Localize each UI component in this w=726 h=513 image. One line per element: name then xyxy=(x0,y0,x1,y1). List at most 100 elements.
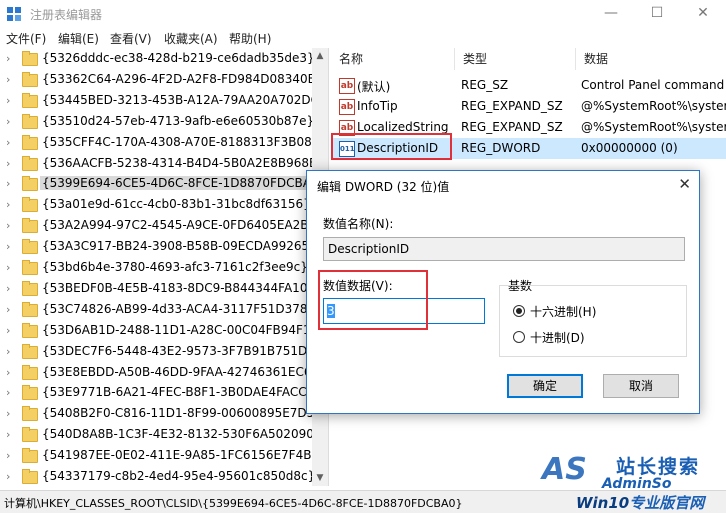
chevron-right-icon[interactable]: › xyxy=(6,157,10,170)
tree-item[interactable]: › {53A3C917-BB24-3908-B58B-09ECDA99265F} xyxy=(0,236,324,258)
value-row[interactable]: ab InfoTip REG_EXPAND_SZ @%SystemRoot%\syst… xyxy=(331,96,726,117)
dialog-close-icon[interactable]: ✕ xyxy=(678,175,691,193)
maximize-button[interactable]: ☐ xyxy=(634,0,680,28)
chevron-right-icon[interactable]: › xyxy=(6,177,10,190)
chevron-right-icon[interactable]: › xyxy=(6,345,10,358)
tree-item-label: {5326dddc-ec38-428d-b219-ce6dadb35de3} xyxy=(42,51,315,65)
value-type: REG_DWORD xyxy=(461,141,541,155)
tree-item[interactable]: › {53510d24-57eb-4713-9afb-e6e60530b87e} xyxy=(0,111,320,133)
chevron-right-icon[interactable]: › xyxy=(6,282,10,295)
radio-hex-label[interactable]: 十六进制(H) xyxy=(530,303,596,320)
chevron-right-icon[interactable]: › xyxy=(6,198,10,211)
radio-dec[interactable] xyxy=(513,331,525,343)
tree-item[interactable]: › {541987EE-0E02-411E-9A85-1FC6156E7F4B} xyxy=(0,445,320,467)
string-value-icon: ab xyxy=(339,99,355,115)
menu-view[interactable]: 查看(V) xyxy=(110,30,152,47)
status-path: 计算机\HKEY_CLASSES_ROOT\CLSID\{5399E694-6C… xyxy=(4,497,463,510)
column-header-name[interactable]: 名称 xyxy=(331,48,455,70)
folder-icon xyxy=(22,113,38,129)
tree-item[interactable]: › {53bd6b4e-3780-4693-afc3-7161c2f3ee9c} xyxy=(0,257,320,279)
folder-icon xyxy=(22,218,38,234)
scroll-down-icon[interactable]: ▼ xyxy=(312,470,328,486)
chevron-right-icon[interactable]: › xyxy=(6,261,10,274)
tree-item-label: {53A2A994-97C2-4545-A9CE-0FD6405EA2B2} xyxy=(42,218,324,233)
chevron-right-icon[interactable]: › xyxy=(6,324,10,337)
tree-item[interactable]: › {54337179-c8b2-4ed4-95e4-95601c850d8c} xyxy=(0,466,320,486)
minimize-button[interactable]: — xyxy=(588,0,634,28)
chevron-right-icon[interactable]: › xyxy=(6,115,10,128)
menu-edit[interactable]: 编辑(E) xyxy=(58,30,99,47)
tree-item[interactable]: › {535CFF4C-170A-4308-A70E-8188313F3B08} xyxy=(0,132,320,154)
tree-item[interactable]: › {53445BED-3213-453B-A12A-79AA20A702DC} xyxy=(0,90,327,112)
value-data: @%SystemRoot%\syster xyxy=(581,99,726,113)
chevron-right-icon[interactable]: › xyxy=(6,470,10,483)
chevron-right-icon[interactable]: › xyxy=(6,303,10,316)
tree-item[interactable]: › {53E8EBDD-A50B-46DD-9FAA-42746361EC63} xyxy=(0,362,327,384)
tree-item[interactable]: › {53BEDF0B-4E5B-4183-8DC9-B844344FA104} xyxy=(0,278,323,300)
chevron-right-icon[interactable]: › xyxy=(6,94,10,107)
column-header-type[interactable]: 类型 xyxy=(455,48,576,70)
tree-item[interactable]: › {53C74826-AB99-4d33-ACA4-3117F51D3788} xyxy=(0,299,323,321)
column-header-data[interactable]: 数据 xyxy=(576,48,726,70)
watermark-brand-a: Win10 xyxy=(576,494,630,512)
chevron-right-icon[interactable]: › xyxy=(6,52,10,65)
tree-item[interactable]: › {53a01e9d-61cc-4cb0-83b1-31bc8df63156} xyxy=(0,194,320,216)
chevron-right-icon[interactable]: › xyxy=(6,428,10,441)
tree-item[interactable]: › {540D8A8B-1C3F-4E32-8132-530F6A502090} xyxy=(0,424,322,446)
menu-favorites[interactable]: 收藏夹(A) xyxy=(164,30,218,47)
folder-icon xyxy=(22,239,38,255)
chevron-right-icon[interactable]: › xyxy=(6,449,10,462)
tree-item-label: {53a01e9d-61cc-4cb0-83b1-31bc8df63156} xyxy=(42,197,311,212)
tree-item[interactable]: › {536AACFB-5238-4314-B4D4-5B0A2E8B968E} xyxy=(0,153,324,175)
watermark-title: 站长搜索 xyxy=(616,456,701,478)
tree-item[interactable]: › {5399E694-6CE5-4D6C-8FCE-1D8870FDCBA0} xyxy=(0,173,328,195)
tree-item-label: {53E8EBDD-A50B-46DD-9FAA-42746361EC63} xyxy=(42,364,327,379)
value-name: (默认) xyxy=(357,80,391,94)
value-type: REG_EXPAND_SZ xyxy=(461,99,563,113)
chevron-right-icon[interactable]: › xyxy=(6,407,10,420)
menu-bar: 文件(F) 编辑(E) 查看(V) 收藏夹(A) 帮助(H) xyxy=(0,28,726,48)
base-groupbox xyxy=(499,285,687,357)
chevron-right-icon[interactable]: › xyxy=(6,219,10,232)
highlight-value-data xyxy=(318,270,428,330)
folder-icon xyxy=(22,301,38,317)
folder-icon xyxy=(22,364,38,380)
folder-icon xyxy=(22,406,38,422)
cancel-button[interactable]: 取消 xyxy=(603,374,679,398)
folder-icon xyxy=(22,155,38,171)
site-watermark: AS 站长搜索 AdminSo Win10专业版官网 xyxy=(542,448,722,512)
registry-key-tree[interactable]: › {5326dddc-ec38-428d-b219-ce6dadb35de3} ›… xyxy=(0,48,329,486)
chevron-right-icon[interactable]: › xyxy=(6,73,10,86)
string-value-icon: ab xyxy=(339,78,355,94)
chevron-right-icon[interactable]: › xyxy=(6,136,10,149)
tree-item[interactable]: › {53A2A994-97C2-4545-A9CE-0FD6405EA2B2} xyxy=(0,215,324,237)
close-button[interactable]: ✕ xyxy=(680,0,726,28)
value-name-field: DescriptionID xyxy=(323,237,685,261)
chevron-right-icon[interactable]: › xyxy=(6,240,10,253)
tree-item[interactable]: › {53D6AB1D-2488-11D1-A28C-00C04FB94F17} xyxy=(0,320,326,342)
chevron-right-icon[interactable]: › xyxy=(6,366,10,379)
tree-item[interactable]: › {53E9771B-6A21-4FEC-B8F1-3B0DAE4FACC6} xyxy=(0,382,322,404)
folder-icon xyxy=(22,260,38,275)
title-bar: 注册表编辑器 — ☐ ✕ xyxy=(0,0,726,28)
tree-item-label: {540D8A8B-1C3F-4E32-8132-530F6A502090} xyxy=(42,427,322,442)
tree-item-label: {5408B2F0-C816-11D1-8F99-00600895E7D5} xyxy=(42,406,322,421)
radio-dec-label[interactable]: 十进制(D) xyxy=(530,329,585,346)
menu-help[interactable]: 帮助(H) xyxy=(229,30,271,47)
tree-item[interactable]: › {53362C64-A296-4F2D-A2F8-FD984D08340B} xyxy=(0,69,323,91)
menu-file[interactable]: 文件(F) xyxy=(6,30,46,47)
scroll-up-icon[interactable]: ▲ xyxy=(312,48,328,64)
value-row[interactable]: ab (默认) REG_SZ Control Panel command xyxy=(331,75,726,96)
watermark-logo: AS xyxy=(542,452,587,487)
tree-item-label: {53BEDF0B-4E5B-4183-8DC9-B844344FA104} xyxy=(42,280,323,295)
folder-icon xyxy=(22,343,38,359)
chevron-right-icon[interactable]: › xyxy=(6,386,10,399)
folder-icon xyxy=(22,427,38,443)
ok-button[interactable]: 确定 xyxy=(507,374,583,398)
tree-item[interactable]: › {5326dddc-ec38-428d-b219-ce6dadb35de3} xyxy=(0,48,320,70)
value-name-label: 数值名称(N): xyxy=(323,217,394,231)
tree-item[interactable]: › {5408B2F0-C816-11D1-8F99-00600895E7D5} xyxy=(0,403,322,425)
radio-hex[interactable] xyxy=(513,305,525,317)
folder-icon xyxy=(22,280,38,296)
tree-item[interactable]: › {53DEC7F6-5448-43E2-9573-3F7B91B751DC} xyxy=(0,341,323,363)
